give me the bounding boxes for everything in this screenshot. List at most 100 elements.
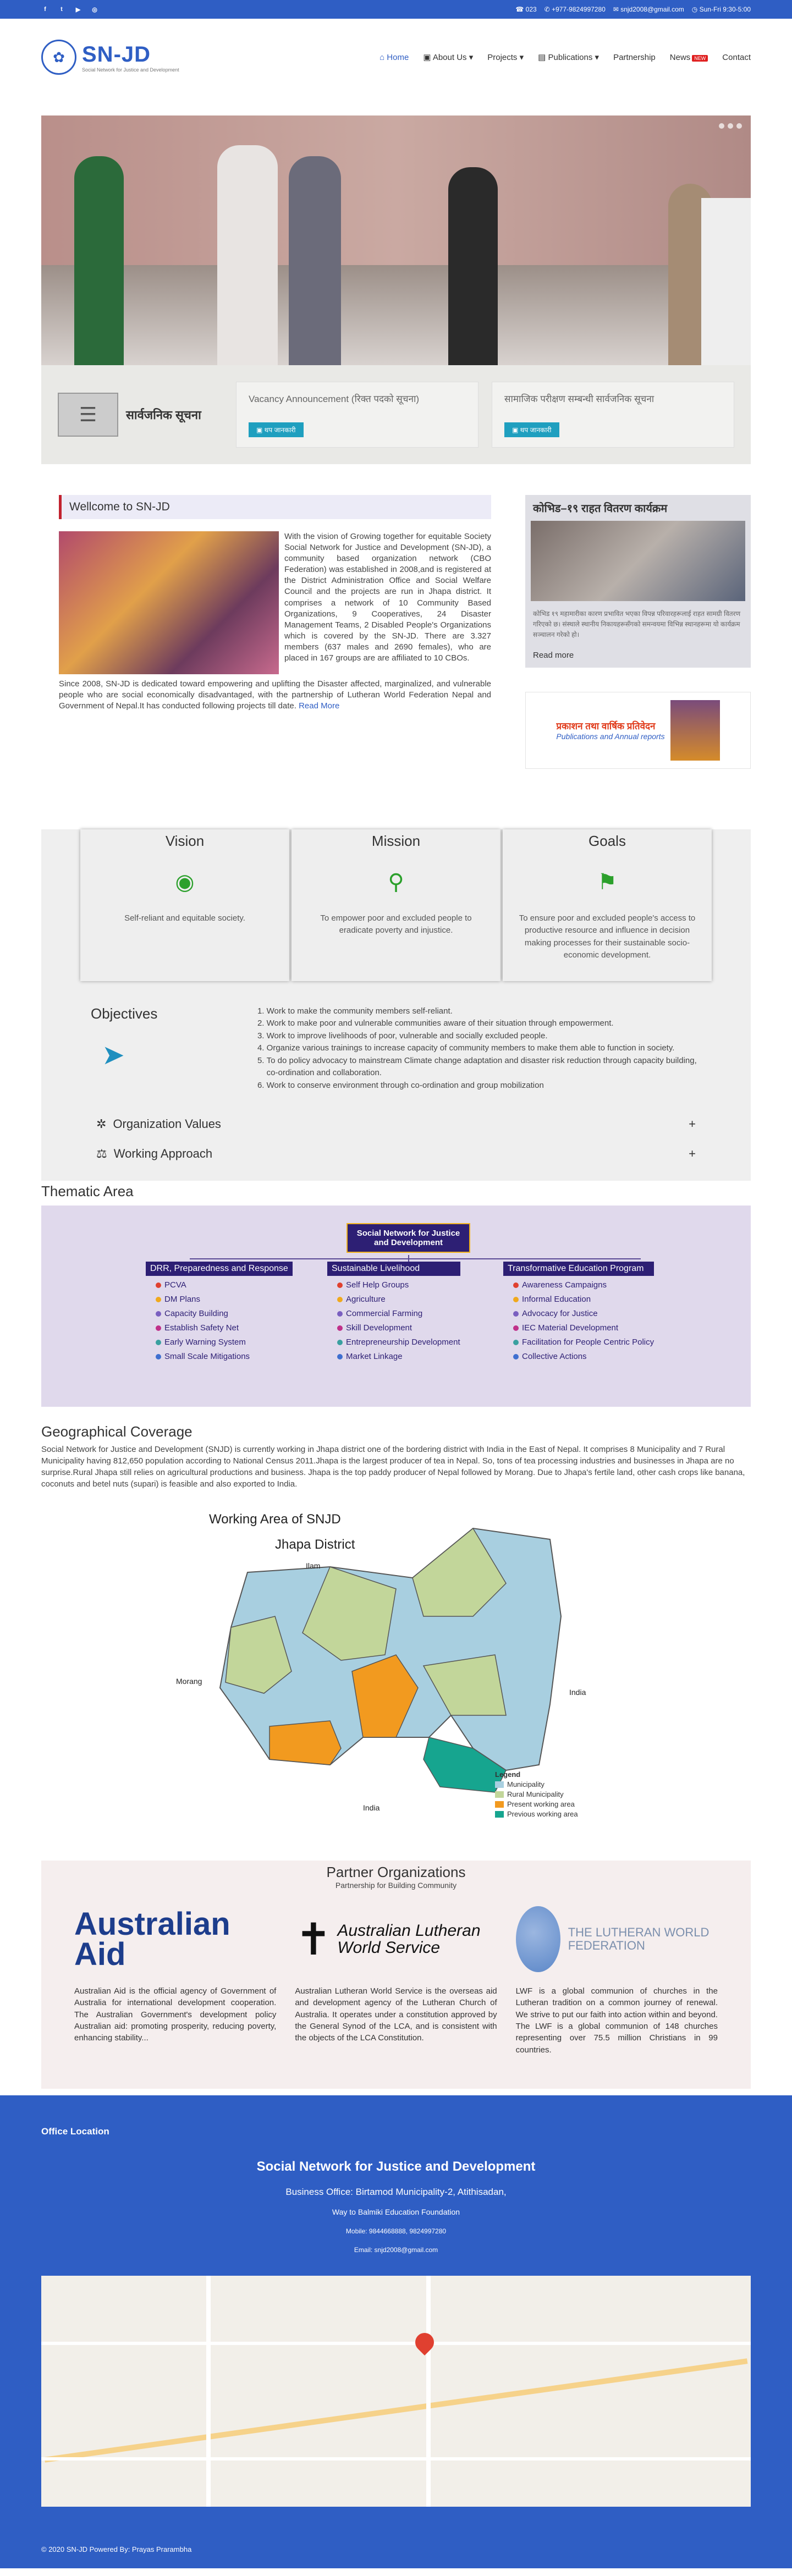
thematic-item: PCVA xyxy=(156,1280,293,1290)
bulb-icon: ⚲ xyxy=(388,869,404,894)
logo-emblem-icon: ✿ xyxy=(41,40,76,75)
card-text: To ensure poor and excluded people's acc… xyxy=(519,913,696,960)
legend-item: Present working area xyxy=(495,1800,578,1808)
card-text: To empower poor and excluded people to e… xyxy=(320,913,472,935)
hero-photo-figure xyxy=(448,167,498,365)
partner-text: Australian Lutheran World Service is the… xyxy=(295,1986,497,2043)
thematic-item: Skill Development xyxy=(337,1323,460,1333)
slider-dots[interactable] xyxy=(719,123,742,129)
thematic-item: Small Scale Mitigations xyxy=(156,1352,293,1361)
welcome-title: Wellcome to SN-JD xyxy=(59,495,491,519)
alws-logo[interactable]: ✝ Australian Lutheran World Service xyxy=(295,1901,497,1978)
nav-home[interactable]: ⌂ Home xyxy=(380,53,409,62)
footer-email[interactable]: Email: snjd2008@gmail.com xyxy=(0,2246,792,2254)
mission-card: Mission ⚲ To empower poor and excluded p… xyxy=(292,829,501,981)
vmg-section: Vision ◉ Self-reliant and equitable soci… xyxy=(41,829,751,1181)
partners-subtitle: Partnership for Building Community xyxy=(335,1881,457,1890)
map-label-india-east: India xyxy=(569,1688,586,1697)
card-title: Mission xyxy=(371,832,421,849)
read-more-link[interactable]: Read more xyxy=(531,648,745,662)
phone-text: ☎ 023 xyxy=(515,5,537,13)
hero-photo-figure xyxy=(289,156,341,365)
publications-title-np: प्रकाशन तथा वार्षिक प्रतिवेदन xyxy=(556,721,656,732)
thematic-item: Awareness Campaigns xyxy=(513,1280,654,1290)
footer-address: Business Office: Birtamod Municipality-2… xyxy=(285,2186,507,2197)
partner-text: LWF is a global communion of churches in… xyxy=(515,1986,718,2055)
objective-item: Work to make the community members self-… xyxy=(267,1005,701,1018)
main-nav: ⌂ Home ▣ About Us ▾ Projects ▾ ▤ Publica… xyxy=(380,52,751,63)
facebook-icon[interactable]: f xyxy=(41,5,49,13)
lwf-logo[interactable]: THE LUTHERAN WORLD FEDERATION xyxy=(515,1901,718,1978)
nav-publications[interactable]: ▤ Publications ▾ xyxy=(538,52,599,62)
sidebar: कोभिड–१९ राहत वितरण कार्यक्रम कोभिड १९ म… xyxy=(525,495,751,769)
site-header: ✿ SN-JD Social Network for Justice and D… xyxy=(0,19,792,96)
covid-relief-text: कोभिड १९ महामारीका कारण प्रभावित भएका वि… xyxy=(533,610,741,639)
public-notice-header: ☰ सार्वजनिक सूचना xyxy=(58,393,223,437)
nav-about[interactable]: ▣ About Us ▾ xyxy=(423,52,473,62)
newspaper-icon: ☰ xyxy=(58,393,118,437)
thematic-column-drr: DRR, Preparedness and Response PCVA DM P… xyxy=(146,1262,293,1366)
youtube-icon[interactable]: ▶ xyxy=(74,5,82,13)
jhapa-map: Working Area of SNJD Jhapa District Ilam… xyxy=(165,1506,627,1844)
copyright-text: © 2020 SN-JD Powered By: Prayas Prarambh… xyxy=(41,2545,192,2553)
thematic-item: Commercial Farming xyxy=(337,1309,460,1318)
thematic-root: Social Network for Justice and Developme… xyxy=(346,1223,470,1253)
thematic-item: Advocacy for Justice xyxy=(513,1309,654,1318)
footer-org-name: Social Network for Justice and Developme… xyxy=(256,2159,536,2174)
office-location-title: Office Location xyxy=(41,2126,109,2137)
notice-more-button[interactable]: ▣ थप जानकारी xyxy=(249,422,304,437)
legend-item: Rural Municipality xyxy=(495,1790,578,1798)
plus-icon[interactable]: + xyxy=(689,1147,696,1161)
new-badge: NEW xyxy=(692,54,708,62)
covid-relief-title: कोभिड–१९ राहत वितरण कार्यक्रम xyxy=(533,503,668,515)
welcome-read-more-link[interactable]: Read More xyxy=(299,701,339,711)
objective-item: To do policy advocacy to mainstream Clim… xyxy=(267,1055,701,1080)
notice-more-button[interactable]: ▣ थप जानकारी xyxy=(504,422,559,437)
objectives-block: Objectives ➤ Work to make the community … xyxy=(41,981,751,1092)
hours-text: ◷ Sun-Fri 9:30-5:00 xyxy=(691,5,751,13)
logo-name: SN-JD xyxy=(82,42,151,67)
site-logo[interactable]: ✿ SN-JD Social Network for Justice and D… xyxy=(41,40,179,75)
instagram-icon[interactable]: ◎ xyxy=(91,5,98,13)
email-text[interactable]: ✉ snjd2008@gmail.com xyxy=(613,5,684,13)
objective-item: Organize various trainings to increase c… xyxy=(267,1042,701,1055)
objectives-list: Work to make the community members self-… xyxy=(257,1005,701,1092)
nav-news[interactable]: News NEW xyxy=(670,53,708,62)
thematic-diagram: Social Network for Justice and Developme… xyxy=(41,1206,751,1407)
notice-card: Vacancy Announcement (रिक्त पदको सूचना) … xyxy=(236,382,479,448)
thematic-item: DM Plans xyxy=(156,1295,293,1304)
thematic-item: Facilitation for People Centric Policy xyxy=(513,1337,654,1347)
hero-slider[interactable] xyxy=(41,115,751,365)
partner-text: Australian Aid is the official agency of… xyxy=(74,1986,277,2043)
map-pin-icon[interactable] xyxy=(411,2329,438,2355)
nav-contact[interactable]: Contact xyxy=(722,53,751,62)
social-links: f t ▶ ◎ xyxy=(41,5,98,13)
map-label-india-south: India xyxy=(363,1803,380,1813)
thematic-column-head: Transformative Education Program xyxy=(503,1262,654,1276)
plus-icon[interactable]: + xyxy=(689,1117,696,1131)
welcome-paragraph: Since 2008, SN-JD is dedicated toward em… xyxy=(59,679,491,711)
australian-aid-logo[interactable]: Australian Aid xyxy=(74,1901,276,1978)
partner-australian-aid: Australian Aid Australian Aid is the off… xyxy=(74,1901,276,2056)
hero-photo-figure xyxy=(74,156,124,365)
map-label-morang: Morang xyxy=(176,1677,202,1686)
publications-banner[interactable]: प्रकाशन तथा वार्षिक प्रतिवेदन Publicatio… xyxy=(525,691,751,769)
welcome-body: With the vision of Growing together for … xyxy=(41,531,503,712)
notice-title: Vacancy Announcement (रिक्त पदको सूचना) xyxy=(249,394,420,404)
accordion-working-approach[interactable]: ⚖ Working Approach + xyxy=(91,1139,701,1169)
thematic-item: Informal Education xyxy=(513,1295,654,1304)
gear-icon: ✲ xyxy=(96,1117,107,1131)
publications-title-en: Publications and Annual reports xyxy=(556,732,665,741)
logo-tagline: Social Network for Justice and Developme… xyxy=(82,67,179,73)
vision-card: Vision ◉ Self-reliant and equitable soci… xyxy=(80,829,289,981)
covid-relief-card: कोभिड–१९ राहत वितरण कार्यक्रम कोभिड १९ म… xyxy=(525,495,751,668)
office-map[interactable] xyxy=(41,2275,751,2507)
notice-title: सामाजिक परीक्षण सम्बन्धी सार्वजनिक सूचना xyxy=(504,394,654,404)
nav-partnership[interactable]: Partnership xyxy=(613,53,656,62)
nav-projects[interactable]: Projects ▾ xyxy=(487,52,524,62)
map-title: Working Area of SNJD xyxy=(209,1512,341,1527)
twitter-icon[interactable]: t xyxy=(58,5,65,13)
accordion-organization-values[interactable]: ✲ Organization Values + xyxy=(91,1109,701,1139)
thematic-column-head: Sustainable Livelihood xyxy=(327,1262,460,1276)
thematic-column-education: Transformative Education Program Awarene… xyxy=(503,1262,654,1366)
